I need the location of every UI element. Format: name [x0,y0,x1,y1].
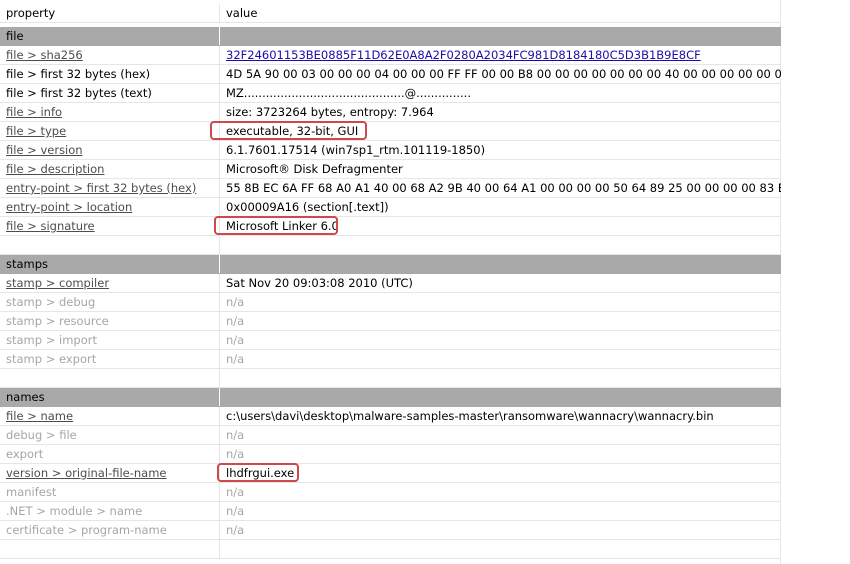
property-cell[interactable]: file > sha256 [0,46,220,64]
table-row: manifest n/a [0,483,781,502]
property-cell: stamp > resource [0,312,220,330]
table-row: stamp > resource n/a [0,312,781,331]
value-cell: lhdfrgui.exe [226,466,295,480]
value-cell: n/a [226,333,245,347]
table-row: export n/a [0,445,781,464]
table-row: file > description Microsoft® Disk Defrag… [0,160,781,179]
value-cell: n/a [226,352,245,366]
property-cell[interactable]: stamp > compiler [0,274,220,292]
property-cell: debug > file [0,426,220,444]
table-row: entry-point > first 32 bytes (hex) 55 8B … [0,179,781,198]
section-stamps: stamps [0,255,781,274]
table-row: version > original-file-name lhdfrgui.exe [0,464,781,483]
value-cell: 55 8B EC 6A FF 68 A0 A1 40 00 68 A2 9B 4… [226,181,781,195]
property-cell: export [0,445,220,463]
table-row: file > type executable, 32-bit, GUI [0,122,781,141]
value-cell: size: 3723264 bytes, entropy: 7.964 [226,105,434,119]
highlight-file-type [210,121,367,140]
value-cell: n/a [226,428,245,442]
table-row: stamp > import n/a [0,331,781,350]
property-cell: stamp > export [0,350,220,368]
value-cell: n/a [226,523,245,537]
property-cell: certificate > program-name [0,521,220,539]
property-cell[interactable]: entry-point > location [0,198,220,216]
section-names: names [0,388,781,407]
property-cell[interactable]: file > info [0,103,220,121]
value-cell: MZ......................................… [226,86,471,100]
property-cell: stamp > debug [0,293,220,311]
section-file: file [0,27,781,46]
header-property[interactable]: property [0,4,220,22]
property-cell[interactable]: entry-point > first 32 bytes (hex) [0,179,220,197]
table-row: file > name c:\users\davi\desktop\malware… [0,407,781,426]
blank-row [0,236,781,255]
table-row: file > version 6.1.7601.17514 (win7sp1_rt… [0,141,781,160]
property-cell: .NET > module > name [0,502,220,520]
value-cell: 6.1.7601.17514 (win7sp1_rtm.101119-1850) [226,143,486,157]
table-row: file > first 32 bytes (text) MZ..........… [0,84,781,103]
value-cell: n/a [226,504,245,518]
value-cell: n/a [226,295,245,309]
header-value[interactable]: value [221,4,781,22]
properties-grid: property value file file > sha256 32F24601… [0,0,850,564]
section-label: stamps [0,255,220,273]
section-label: file [0,27,220,45]
property-cell[interactable]: file > name [0,407,220,425]
table-row: .NET > module > name n/a [0,502,781,521]
grid-header: property value [0,4,781,23]
table-row: file > sha256 32F24601153BE0885F11D62E0A8… [0,46,781,65]
table-row: debug > file n/a [0,426,781,445]
value-cell: n/a [226,447,245,461]
property-cell[interactable]: version > original-file-name [0,464,220,482]
blank-row [0,540,781,559]
property-cell: file > first 32 bytes (text) [0,84,220,102]
table-row: stamp > compiler Sat Nov 20 09:03:08 2010… [0,274,781,293]
property-cell: stamp > import [0,331,220,349]
table-row: file > signature Microsoft Linker 6.0 [0,217,781,236]
table-row: stamp > debug n/a [0,293,781,312]
value-cell: n/a [226,485,245,499]
property-cell[interactable]: file > version [0,141,220,159]
value-cell[interactable]: 32F24601153BE0885F11D62E0A8A2F0280A2034F… [221,46,781,64]
table-row: entry-point > location 0x00009A16 (sectio… [0,198,781,217]
property-cell[interactable]: file > type [0,122,220,140]
value-cell: Sat Nov 20 09:03:08 2010 (UTC) [226,276,413,290]
table-row: file > info size: 3723264 bytes, entropy:… [0,103,781,122]
table-row: stamp > export n/a [0,350,781,369]
value-cell: 0x00009A16 (section[.text]) [226,200,389,214]
section-label: names [0,388,220,406]
table-row: file > first 32 bytes (hex) 4D 5A 90 00 0… [0,65,781,84]
property-cell[interactable]: file > description [0,160,220,178]
highlight-file-signature [214,216,338,235]
value-cell: c:\users\davi\desktop\malware-samples-ma… [226,409,714,423]
blank-row [0,369,781,388]
property-cell: file > first 32 bytes (hex) [0,65,220,83]
value-cell: 4D 5A 90 00 03 00 00 00 04 00 00 00 FF F… [226,67,781,81]
property-cell: manifest [0,483,220,501]
property-cell[interactable]: file > signature [0,217,220,235]
value-cell: Microsoft® Disk Defragmenter [226,162,403,176]
table-row: certificate > program-name n/a [0,521,781,540]
highlight-original-file-name [217,463,299,482]
value-cell: n/a [226,314,245,328]
